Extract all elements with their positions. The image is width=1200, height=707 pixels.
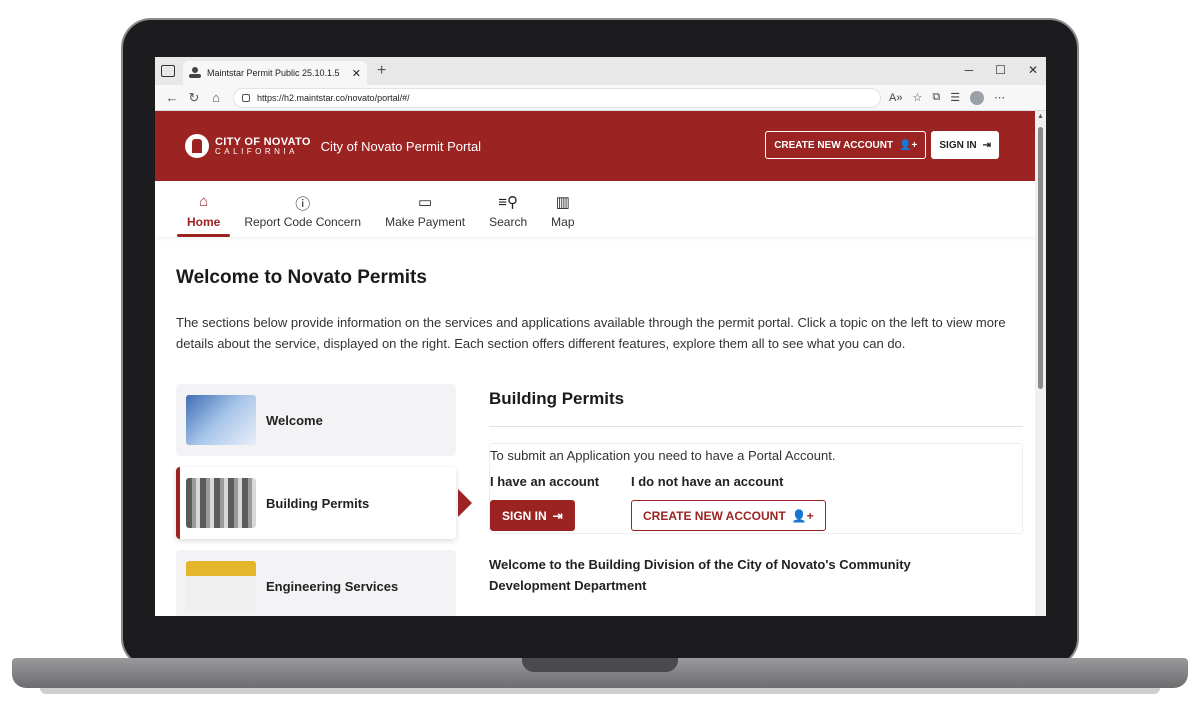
- tab-bar: Maintstar Permit Public 25.10.1.5 ✕ + ─ …: [155, 57, 1046, 85]
- scroll-up-icon[interactable]: ▲: [1037, 113, 1044, 120]
- browser-tab[interactable]: Maintstar Permit Public 25.10.1.5 ✕: [183, 61, 367, 85]
- logo-line2: CALIFORNIA: [215, 146, 299, 156]
- window-controls: ─ ☐ ✕: [965, 63, 1038, 77]
- detail-sign-in-button[interactable]: SIGN IN ⇥: [490, 500, 575, 531]
- back-icon[interactable]: ←: [161, 90, 183, 105]
- topic-card-welcome[interactable]: Welcome: [176, 384, 456, 456]
- page-scrollbar[interactable]: ▲: [1035, 111, 1046, 616]
- scroll-thumb[interactable]: [1038, 127, 1043, 389]
- detail-create-account-button[interactable]: CREATE NEW ACCOUNT 👤+: [631, 500, 826, 531]
- close-window-icon[interactable]: ✕: [1028, 63, 1038, 77]
- city-logo[interactable]: CITY OF NOVATO CALIFORNIA: [185, 134, 311, 158]
- credit-card-icon: ▭: [418, 194, 433, 211]
- welcome-image: [186, 395, 256, 445]
- browser-toolbar: A» ☆ ⧉ ☰ ⋯: [889, 90, 1005, 105]
- favorite-star-icon[interactable]: ☆: [912, 91, 922, 104]
- division-heading: Welcome to the Building Division of the …: [489, 557, 911, 593]
- topic-label: Welcome: [266, 412, 323, 428]
- favicon-icon: [189, 67, 201, 79]
- header-sign-in-label: SIGN IN: [939, 139, 977, 151]
- search-list-icon: ≡⚲: [498, 194, 519, 211]
- page-title: Welcome to Novato Permits: [176, 267, 427, 288]
- portal-title: City of Novato Permit Portal: [320, 138, 482, 154]
- sign-in-icon: ⇥: [552, 508, 563, 523]
- url-field[interactable]: https://h2.maintstar.co/novato/portal/#/: [233, 87, 881, 108]
- main-nav: ⌂ Home ⓘ Report Code Concern ▭ Make Paym…: [155, 181, 1035, 237]
- engineering-image: [186, 561, 256, 611]
- more-icon[interactable]: ⋯: [994, 91, 1005, 104]
- logo-line1: CITY OF NOVATO: [215, 135, 311, 148]
- portal-header: CITY OF NOVATO CALIFORNIA City of Novato…: [155, 111, 1035, 181]
- topic-list: Welcome Building Permits Engineering Ser…: [176, 384, 472, 616]
- nav-search-label: Search: [489, 215, 528, 229]
- alert-circle-icon: ⓘ: [295, 196, 311, 213]
- nav-make-payment[interactable]: ▭ Make Payment: [373, 193, 477, 237]
- home-browser-icon[interactable]: ⌂: [205, 90, 227, 105]
- laptop-notch: [522, 658, 678, 672]
- header-create-account-label: CREATE NEW ACCOUNT: [774, 139, 894, 151]
- topic-detail: Building Permits To submit an Applicatio…: [489, 384, 1023, 596]
- maximize-icon[interactable]: ☐: [995, 63, 1006, 77]
- new-tab-icon[interactable]: +: [377, 62, 386, 80]
- nav-home-label: Home: [187, 215, 221, 229]
- laptop-shadow: [40, 688, 1160, 694]
- read-aloud-icon[interactable]: A»: [889, 92, 902, 104]
- home-icon: ⌂: [199, 193, 209, 210]
- nav-report-code-concern[interactable]: ⓘ Report Code Concern: [232, 193, 373, 237]
- add-user-icon: 👤+: [899, 139, 918, 151]
- add-user-icon: 👤+: [791, 508, 814, 523]
- active-arrow-icon: [458, 489, 472, 517]
- account-message: To submit an Application you need to hav…: [490, 448, 836, 463]
- nav-home[interactable]: ⌂ Home: [175, 193, 232, 237]
- nav-report-label: Report Code Concern: [244, 215, 362, 229]
- header-create-account-button[interactable]: CREATE NEW ACCOUNT 👤+: [765, 131, 927, 159]
- map-icon: ▥: [555, 194, 570, 211]
- topic-label: Engineering Services: [266, 578, 399, 594]
- page-content: CITY OF NOVATO CALIFORNIA City of Novato…: [155, 111, 1035, 616]
- header-sign-in-button[interactable]: SIGN IN ⇥: [931, 131, 999, 159]
- topic-label: Building Permits: [266, 495, 370, 511]
- extensions-icon[interactable]: ⧉: [932, 91, 940, 104]
- building-image: [186, 478, 256, 528]
- topic-card-building-permits[interactable]: Building Permits: [176, 467, 472, 539]
- favorites-icon[interactable]: ☰: [950, 91, 960, 104]
- refresh-icon[interactable]: ↻: [183, 90, 205, 106]
- nav-payment-label: Make Payment: [385, 215, 466, 229]
- tab-title: Maintstar Permit Public 25.10.1.5: [207, 68, 340, 78]
- browser-window: Maintstar Permit Public 25.10.1.5 ✕ + ─ …: [155, 57, 1046, 616]
- minimize-icon[interactable]: ─: [965, 63, 974, 77]
- account-box: To submit an Application you need to hav…: [489, 443, 1023, 534]
- profile-icon[interactable]: [970, 90, 985, 105]
- detail-title: Building Permits: [489, 384, 1023, 427]
- nav-search[interactable]: ≡⚲ Search: [477, 193, 539, 237]
- intro-text: The sections below provide information o…: [176, 315, 1006, 351]
- have-account-heading: I have an account: [490, 474, 600, 489]
- nav-map[interactable]: ▥ Map: [539, 193, 586, 237]
- address-bar: ← ↻ ⌂ https://h2.maintstar.co/novato/por…: [155, 85, 1046, 111]
- url-text: https://h2.maintstar.co/novato/portal/#/: [257, 92, 410, 103]
- topic-card-engineering[interactable]: Engineering Services: [176, 550, 456, 616]
- close-tab-icon[interactable]: ✕: [352, 67, 361, 80]
- no-account-heading: I do not have an account: [631, 474, 784, 489]
- nav-map-label: Map: [551, 215, 575, 229]
- sign-in-icon: ⇥: [982, 139, 991, 151]
- tab-actions-icon[interactable]: [161, 65, 175, 77]
- detail-sign-in-label: SIGN IN: [502, 508, 547, 523]
- detail-create-account-label: CREATE NEW ACCOUNT: [643, 508, 786, 523]
- lock-icon: [242, 93, 250, 102]
- city-seal-icon: [185, 134, 209, 158]
